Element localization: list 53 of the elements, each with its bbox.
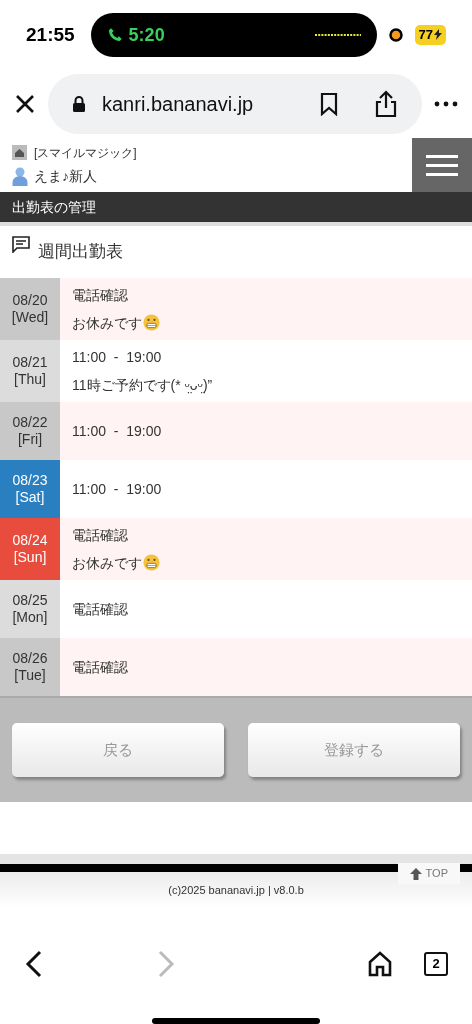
top-link[interactable]: TOP [397, 863, 460, 884]
shift-note: お休みです [72, 554, 142, 571]
shift-note: 11:00 - 19:00 [72, 422, 162, 439]
address-bar[interactable]: kanri.bananavi.jp [48, 74, 422, 134]
date-text: 08/22 [12, 414, 48, 431]
shift-note: 電話確認 [72, 286, 128, 303]
status-time: 21:55 [26, 22, 75, 47]
shift-note: 11:00 - 19:00 [72, 480, 162, 497]
register-button[interactable]: 登録する [248, 723, 460, 777]
shift-note: お休みです [72, 314, 142, 331]
shop-name: [スマイルマジック] [34, 144, 137, 162]
menu-button[interactable] [412, 138, 472, 192]
more-icon[interactable] [434, 101, 458, 107]
section-title: 週間出勤表 [38, 241, 123, 264]
home-icon[interactable] [368, 951, 392, 977]
date-text: 08/21 [12, 354, 48, 371]
url-text: kanri.bananavi.jp [102, 92, 254, 117]
call-duration: 5:20 [128, 23, 165, 47]
weekday-text: [Tue] [14, 667, 46, 684]
shift-note: 電話確認 [72, 526, 128, 543]
battery-indicator: 77 [414, 25, 446, 45]
message-icon [12, 236, 30, 253]
back-button[interactable]: 戻る [12, 723, 224, 777]
phone-icon [106, 27, 123, 43]
weekday-text: [Sun] [13, 549, 47, 566]
date-text: 08/24 [12, 532, 48, 549]
waveform-icon [314, 33, 361, 37]
shift-note: 11時ご予約です(* ᵕ̤ᴗᵕ̤)” [72, 376, 213, 393]
date-text: 08/26 [12, 650, 48, 667]
date-text: 08/23 [12, 472, 48, 489]
weekday-text: [Mon] [12, 609, 48, 626]
weekday-text: [Fri] [17, 431, 43, 448]
shift-note: 電話確認 [72, 658, 128, 675]
recording-dot-icon [388, 28, 403, 42]
bookmark-icon[interactable] [320, 92, 338, 116]
shift-note: 電話確認 [72, 600, 128, 617]
date-text: 08/20 [12, 292, 48, 309]
house-icon [12, 145, 27, 160]
up-arrow-icon [409, 867, 422, 880]
copyright-text: (c)2025 bananavi.jp | v8.0.b [168, 882, 304, 898]
page-title-bar: 出勤表の管理 [0, 192, 472, 226]
lock-icon [72, 95, 86, 113]
weekday-text: [Sat] [15, 489, 45, 506]
close-icon[interactable] [14, 93, 36, 115]
share-icon[interactable] [374, 90, 398, 118]
weekday-text: [Thu] [14, 371, 46, 388]
user-name: えま♪新人 [34, 166, 97, 186]
weekday-text: [Wed] [11, 309, 49, 326]
tab-count[interactable]: 2 [424, 952, 448, 976]
bolt-icon [434, 29, 442, 41]
person-icon [12, 166, 28, 186]
shift-note: 11:00 - 19:00 [72, 348, 162, 365]
date-text: 08/25 [12, 592, 48, 609]
